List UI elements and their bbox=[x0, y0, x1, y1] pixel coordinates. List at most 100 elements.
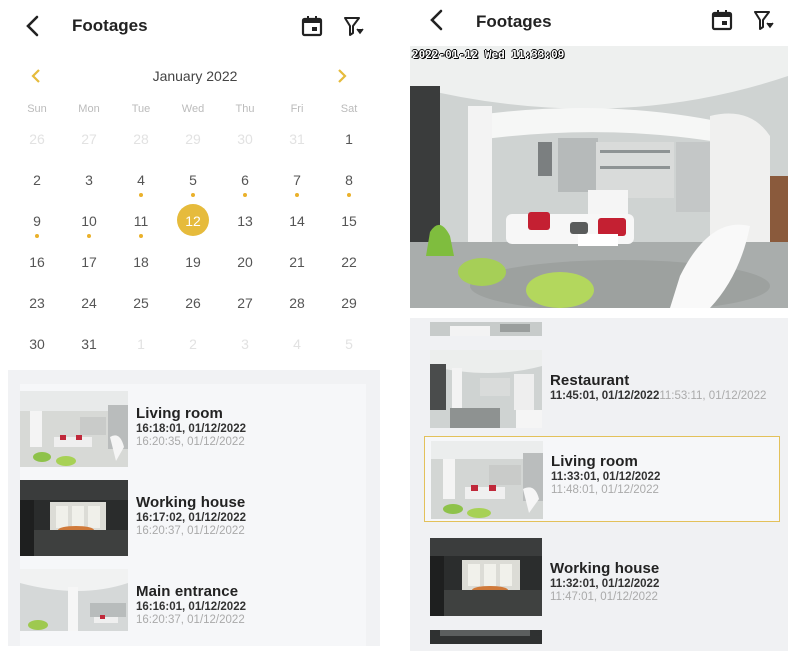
weekday-label: Sun bbox=[27, 103, 47, 115]
recording-start-time: 16:18:01, 01/12/2022 bbox=[136, 423, 246, 435]
recording-thumbnail bbox=[430, 322, 542, 336]
day-number: 29 bbox=[185, 131, 201, 147]
calendar-screen: Footages January 2022 Sun Mon Tue Wed Thu Fri… bbox=[0, 0, 390, 651]
recording-thumbnail bbox=[20, 391, 128, 467]
recording-item[interactable]: Working house 16:17:02, 01/12/2022 16:20… bbox=[20, 480, 370, 560]
page-title: Footages bbox=[72, 16, 148, 35]
calendar-day[interactable]: 28 bbox=[271, 286, 323, 327]
recording-name: Living room bbox=[551, 453, 638, 470]
recording-item[interactable]: Living room 16:18:01, 01/12/2022 16:20:3… bbox=[20, 391, 370, 471]
calendar-day: 29 bbox=[167, 122, 219, 163]
calendar-day[interactable]: 20 bbox=[219, 245, 271, 286]
month-navigator: January 2022 bbox=[12, 62, 378, 90]
day-number: 19 bbox=[185, 254, 201, 270]
calendar-day[interactable]: 6 bbox=[219, 163, 271, 204]
calendar-day[interactable]: 31 bbox=[63, 327, 115, 368]
day-number: 1 bbox=[137, 336, 145, 352]
playback-screen: Footages 2022-01-12 Wed 11:33:09 Restaur… bbox=[410, 0, 788, 651]
calendar-day[interactable]: 7 bbox=[271, 163, 323, 204]
day-number: 6 bbox=[241, 172, 249, 188]
calendar-day[interactable]: 16 bbox=[11, 245, 63, 286]
day-number: 23 bbox=[29, 295, 45, 311]
calendar-icon[interactable] bbox=[300, 14, 324, 38]
day-number: 21 bbox=[289, 254, 305, 270]
calendar-grid: Sun Mon Tue Wed Thu Fri Sat 26 27 28 29 30 31 1 2 3 4 5 6… bbox=[11, 96, 375, 368]
calendar-day[interactable]: 5 bbox=[167, 163, 219, 204]
calendar-day[interactable]: 22 bbox=[323, 245, 375, 286]
calendar-day[interactable]: 13 bbox=[219, 204, 271, 245]
recording-item-selected[interactable]: Living room 11:33:01, 01/12/2022 11:48:0… bbox=[424, 436, 780, 522]
day-number: 30 bbox=[29, 336, 45, 352]
calendar-day[interactable]: 24 bbox=[63, 286, 115, 327]
recording-end-time: 16:20:37, 01/12/2022 bbox=[136, 614, 245, 626]
calendar-week-row: 23 24 25 26 27 28 29 bbox=[11, 286, 375, 327]
day-number: 9 bbox=[33, 213, 41, 229]
chevron-right-icon[interactable] bbox=[332, 66, 352, 86]
weekday-header: Sun Mon Tue Wed Thu Fri Sat bbox=[11, 96, 375, 122]
recording-item[interactable]: Working house 11:32:01, 01/12/2022 11:47… bbox=[430, 538, 774, 618]
video-player[interactable]: 2022-01-12 Wed 11:33:09 bbox=[410, 46, 788, 308]
filter-icon[interactable] bbox=[342, 14, 366, 38]
recording-item[interactable]: Restaurant 11:45:01, 01/12/202211:53:11,… bbox=[430, 350, 774, 430]
day-number: 2 bbox=[189, 336, 197, 352]
back-arrow-icon[interactable] bbox=[424, 6, 448, 34]
recording-indicator-dot bbox=[347, 193, 351, 197]
recording-name: Working house bbox=[136, 494, 246, 511]
day-number: 16 bbox=[29, 254, 45, 270]
day-number: 27 bbox=[237, 295, 253, 311]
calendar-day[interactable]: 19 bbox=[167, 245, 219, 286]
calendar-day[interactable]: 4 bbox=[115, 163, 167, 204]
day-number: 5 bbox=[345, 336, 353, 352]
calendar-day[interactable]: 10 bbox=[63, 204, 115, 245]
chevron-left-icon[interactable] bbox=[26, 66, 46, 86]
calendar-day[interactable]: 27 bbox=[219, 286, 271, 327]
day-number: 26 bbox=[185, 295, 201, 311]
filter-icon[interactable] bbox=[752, 8, 776, 32]
day-number: 13 bbox=[237, 213, 253, 229]
calendar-day-selected[interactable]: 12 bbox=[167, 204, 219, 245]
calendar-day[interactable]: 11 bbox=[115, 204, 167, 245]
calendar-day: 27 bbox=[63, 122, 115, 163]
calendar-day[interactable]: 18 bbox=[115, 245, 167, 286]
day-number: 29 bbox=[341, 295, 357, 311]
recording-indicator-dot bbox=[191, 193, 195, 197]
calendar-day[interactable]: 2 bbox=[11, 163, 63, 204]
page-title: Footages bbox=[476, 12, 552, 31]
calendar-day[interactable]: 25 bbox=[115, 286, 167, 327]
recording-indicator-dot bbox=[139, 193, 143, 197]
calendar-day[interactable]: 30 bbox=[11, 327, 63, 368]
calendar-icon[interactable] bbox=[710, 8, 734, 32]
calendar-day[interactable]: 29 bbox=[323, 286, 375, 327]
calendar-day[interactable]: 14 bbox=[271, 204, 323, 245]
day-number: 25 bbox=[133, 295, 149, 311]
video-timestamp: 2022-01-12 Wed 11:33:09 bbox=[412, 48, 565, 61]
calendar-day[interactable]: 8 bbox=[323, 163, 375, 204]
calendar-day: 1 bbox=[115, 327, 167, 368]
calendar-day[interactable]: 3 bbox=[63, 163, 115, 204]
calendar-day[interactable]: 21 bbox=[271, 245, 323, 286]
calendar-week-row: 2 3 4 5 6 7 8 bbox=[11, 163, 375, 204]
calendar-day[interactable]: 26 bbox=[167, 286, 219, 327]
day-number: 14 bbox=[289, 213, 305, 229]
calendar-day[interactable]: 9 bbox=[11, 204, 63, 245]
day-number: 18 bbox=[133, 254, 149, 270]
calendar-day[interactable]: 17 bbox=[63, 245, 115, 286]
calendar-day[interactable]: 1 bbox=[323, 122, 375, 163]
recording-start-time: 16:17:02, 01/12/2022 bbox=[136, 512, 246, 524]
weekday-label: Sat bbox=[340, 103, 358, 115]
calendar-day[interactable]: 15 bbox=[323, 204, 375, 245]
recording-item[interactable]: Main entrance 16:16:01, 01/12/2022 16:20… bbox=[20, 569, 370, 631]
day-number: 11 bbox=[133, 213, 149, 229]
recording-start-time: 11:45:01, 01/12/2022 bbox=[550, 390, 660, 402]
recording-thumbnail bbox=[430, 630, 542, 644]
month-label: January 2022 bbox=[152, 68, 238, 84]
calendar-day: 5 bbox=[323, 327, 375, 368]
calendar-day: 4 bbox=[271, 327, 323, 368]
calendar-week-row: 9 10 11 12 13 14 15 bbox=[11, 204, 375, 245]
recording-start-time: 11:32:01, 01/12/2022 bbox=[550, 578, 660, 590]
calendar-day[interactable]: 23 bbox=[11, 286, 63, 327]
day-number: 5 bbox=[189, 172, 197, 188]
recording-thumbnail bbox=[20, 569, 128, 631]
back-arrow-icon[interactable] bbox=[20, 12, 44, 40]
recording-indicator-dot bbox=[139, 234, 143, 238]
